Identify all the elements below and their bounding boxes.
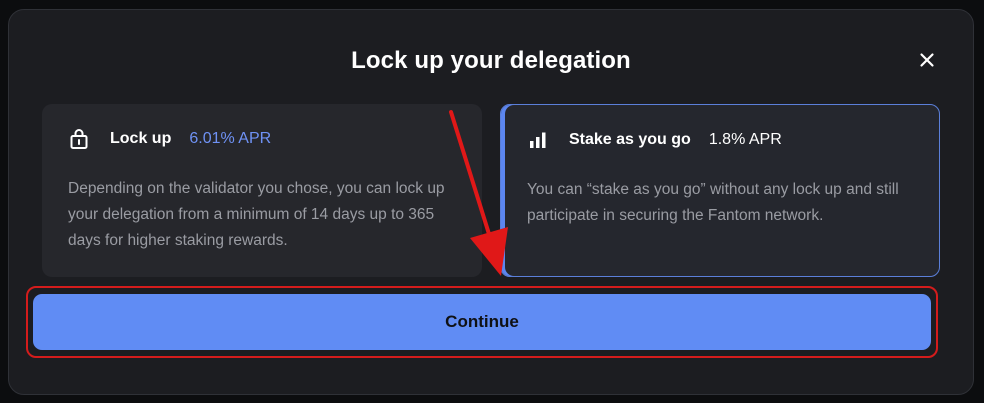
- close-button[interactable]: [915, 48, 939, 72]
- lockup-option-description: Depending on the validator you chose, yo…: [68, 180, 445, 249]
- lockup-option-header: Lock up 6.01% APR: [68, 128, 271, 150]
- lockup-option-name: Lock up: [110, 130, 172, 147]
- stake-option-description: You can “stake as you go” without any lo…: [527, 181, 899, 224]
- stake-option-header: Stake as you go 1.8% APR: [527, 129, 782, 151]
- continue-button[interactable]: Continue: [33, 294, 931, 350]
- lockup-apr: 6.01% APR: [189, 130, 272, 147]
- stake-option-name: Stake as you go: [569, 131, 691, 148]
- lock-icon: [70, 129, 88, 149]
- lockup-option-card[interactable]: Lock up 6.01% APR Depending on the valid…: [42, 104, 482, 277]
- stake-as-you-go-option-card[interactable]: Stake as you go 1.8% APR You can “stake …: [500, 104, 940, 277]
- modal-title: Lock up your delegation: [351, 47, 631, 74]
- stake-apr: 1.8% APR: [708, 131, 782, 148]
- close-icon: [920, 53, 934, 67]
- bar-chart-icon: [530, 132, 546, 148]
